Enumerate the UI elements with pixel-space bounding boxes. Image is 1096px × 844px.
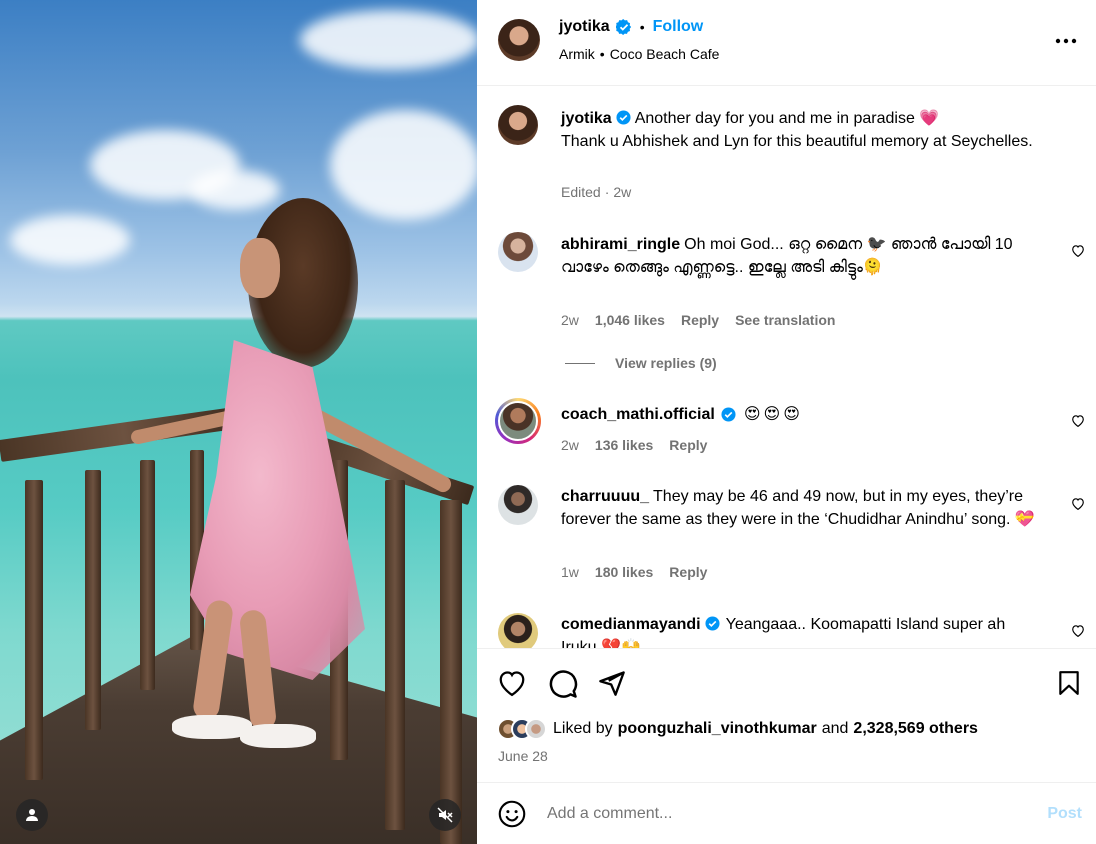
comment-username[interactable]: coach_mathi.official	[561, 403, 715, 426]
avatar[interactable]	[498, 232, 538, 272]
comment-time[interactable]: 1w	[561, 564, 579, 580]
user-tag-button[interactable]	[16, 799, 48, 831]
mute-icon	[437, 807, 453, 823]
avatar	[525, 718, 547, 740]
post-date[interactable]: June 28	[498, 748, 548, 764]
more-options-button[interactable]	[1054, 34, 1078, 48]
photo-cloud	[330, 110, 477, 220]
comment-likes[interactable]: 1,046 likes	[595, 312, 665, 328]
see-translation-button[interactable]: See translation	[735, 312, 835, 328]
caption-username[interactable]: jyotika	[561, 110, 612, 127]
likes-count-link[interactable]: 2,328,569 others	[853, 720, 978, 738]
more-icon	[1055, 38, 1077, 44]
post-photo[interactable]	[0, 0, 477, 844]
comment-username[interactable]: comedianmayandi	[561, 616, 701, 633]
verified-icon	[721, 407, 736, 422]
share-icon[interactable]	[597, 669, 627, 697]
comment-time[interactable]: 2w	[561, 312, 579, 328]
caption-time[interactable]: 2w	[613, 184, 631, 200]
photo-cloud	[190, 170, 280, 210]
post-header: jyotika • Follow Armik • Coco Beach Cafe	[477, 0, 1096, 86]
comment-icon[interactable]	[548, 669, 578, 699]
reply-button[interactable]: Reply	[669, 564, 707, 580]
header-separator: •	[639, 19, 645, 35]
photo-rail	[140, 460, 155, 690]
verified-icon	[616, 110, 631, 125]
avatar[interactable]	[498, 485, 538, 525]
add-comment-bar: Post	[477, 782, 1096, 844]
meta-dot: ·	[604, 184, 610, 200]
user-tag-icon	[26, 809, 38, 821]
heart-icon[interactable]	[1071, 624, 1085, 637]
audio-link[interactable]: Armik	[559, 46, 595, 62]
photo-cloud	[300, 10, 477, 70]
post-comment-button[interactable]: Post	[1047, 805, 1082, 823]
replies-line	[565, 362, 595, 364]
follow-button[interactable]: Follow	[653, 18, 704, 36]
emoji-icon[interactable]	[498, 800, 526, 828]
photo-shoe	[240, 724, 316, 748]
location-separator: •	[599, 46, 605, 62]
avatar[interactable]	[498, 613, 538, 648]
post-actions	[477, 648, 1096, 782]
heart-icon[interactable]	[1071, 244, 1085, 257]
post-detail-panel: jyotika • Follow Armik • Coco Beach Cafe…	[477, 0, 1096, 844]
comment-input[interactable]	[547, 805, 1007, 823]
verified-icon	[705, 616, 720, 631]
comments-list[interactable]: jyotika Another day for you and me in par…	[477, 87, 1096, 648]
heart-icon[interactable]	[497, 669, 527, 697]
comment-username[interactable]: abhirami_ringle	[561, 236, 680, 253]
comment-likes[interactable]: 136 likes	[595, 437, 653, 453]
avatar[interactable]	[495, 398, 541, 444]
heart-icon[interactable]	[1071, 414, 1085, 427]
verified-icon	[615, 19, 631, 35]
reply-button[interactable]: Reply	[669, 437, 707, 453]
reply-button[interactable]: Reply	[681, 312, 719, 328]
location-link[interactable]: Coco Beach Cafe	[610, 46, 720, 62]
photo-cloud	[10, 215, 130, 265]
comment-time[interactable]: 2w	[561, 437, 579, 453]
likes-summary: Liked by poonguzhali_vinothkumar and 2,3…	[497, 718, 978, 740]
heart-icon[interactable]	[1071, 497, 1085, 510]
comment-text: 😍😍😍	[743, 406, 803, 423]
photo-rail	[385, 480, 405, 830]
mute-button[interactable]	[429, 799, 461, 831]
bookmark-icon[interactable]	[1056, 669, 1082, 697]
photo-face	[240, 238, 280, 298]
comment-username[interactable]: charruuuu_	[561, 488, 649, 505]
avatar[interactable]	[498, 105, 538, 145]
liked-by-prefix: Liked by	[553, 720, 613, 737]
caption-text-line1: Another day for you and me in paradise	[634, 110, 915, 127]
comment-likes[interactable]: 180 likes	[595, 564, 653, 580]
photo-rail	[85, 470, 101, 730]
liked-by-user-link[interactable]: poonguzhali_vinothkumar	[618, 720, 817, 738]
heart-emoji: 💗	[919, 110, 940, 127]
avatar[interactable]	[498, 19, 540, 61]
photo-rail	[440, 500, 462, 844]
caption-text-line2: Thank u Abhishek and Lyn for this beauti…	[561, 133, 1033, 150]
post-author-username[interactable]: jyotika	[559, 18, 610, 36]
edited-label: Edited	[561, 184, 601, 200]
view-replies-label: View replies (9)	[615, 355, 717, 371]
photo-rail	[25, 480, 43, 780]
liked-by-and: and	[821, 720, 849, 737]
view-replies-button[interactable]: View replies (9)	[565, 355, 717, 371]
